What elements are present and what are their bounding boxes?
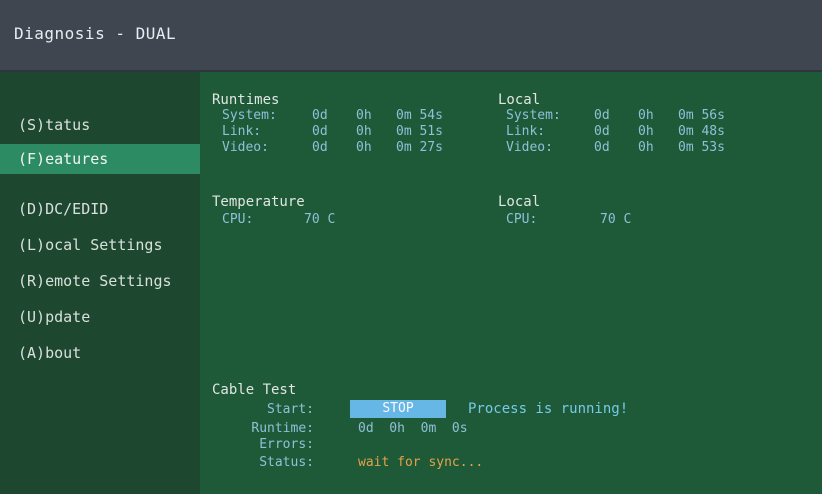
menu-item-ddc-edid[interactable]: (D)DC/EDID	[0, 194, 200, 224]
local-temperature-row-cpu: CPU: 70 C	[506, 212, 632, 227]
menu-item-status[interactable]: (S)tatus	[0, 110, 200, 140]
cable-test-status-label: Status:	[259, 455, 314, 470]
runtime-row-link: Link: 0d 0h 0m 51s	[222, 124, 443, 139]
cable-test-runtime-value: 0d 0h 0m 0s	[358, 421, 468, 436]
runtime-row-video: Video: 0d 0h 0m 27s	[222, 140, 443, 155]
stop-button[interactable]: STOP	[350, 400, 446, 418]
temperature-heading: Temperature	[212, 194, 305, 210]
menu-item-remote-settings[interactable]: (R)emote Settings	[0, 266, 200, 296]
runtimes-heading: Runtimes	[212, 92, 280, 108]
menu-item-about[interactable]: (A)bout	[0, 338, 200, 368]
process-status-message: Process is running!	[468, 401, 629, 417]
title-bar: Diagnosis - DUAL	[0, 0, 822, 72]
menu-item-local-settings[interactable]: (L)ocal Settings	[0, 230, 200, 260]
local-runtime-row-link: Link: 0d 0h 0m 48s	[506, 124, 725, 139]
local-runtime-row-system: System: 0d 0h 0m 56s	[506, 108, 725, 123]
cable-test-heading: Cable Test	[212, 382, 297, 398]
runtime-row-system: System: 0d 0h 0m 54s	[222, 108, 443, 123]
cable-test-start-label: Start:	[267, 402, 314, 417]
temperature-row-cpu: CPU: 70 C	[222, 212, 336, 227]
sidebar-menu: (S)tatus (F)eatures (D)DC/EDID (L)ocal S…	[0, 72, 200, 494]
menu-item-features[interactable]: (F)eatures	[0, 144, 200, 174]
local-runtimes-heading: Local	[498, 92, 541, 108]
local-runtime-row-video: Video: 0d 0h 0m 53s	[506, 140, 725, 155]
main-panel: Runtimes System: 0d 0h 0m 54s Link: 0d 0h 0m 5…	[200, 72, 822, 494]
local-temperature-heading: Local	[498, 194, 541, 210]
window-title: Diagnosis - DUAL	[14, 24, 177, 43]
cable-test-status-value: wait for sync...	[358, 455, 484, 470]
cable-test-errors-label: Errors:	[259, 437, 314, 452]
menu-item-update[interactable]: (U)pdate	[0, 302, 200, 332]
cable-test-runtime-label: Runtime:	[251, 421, 314, 436]
